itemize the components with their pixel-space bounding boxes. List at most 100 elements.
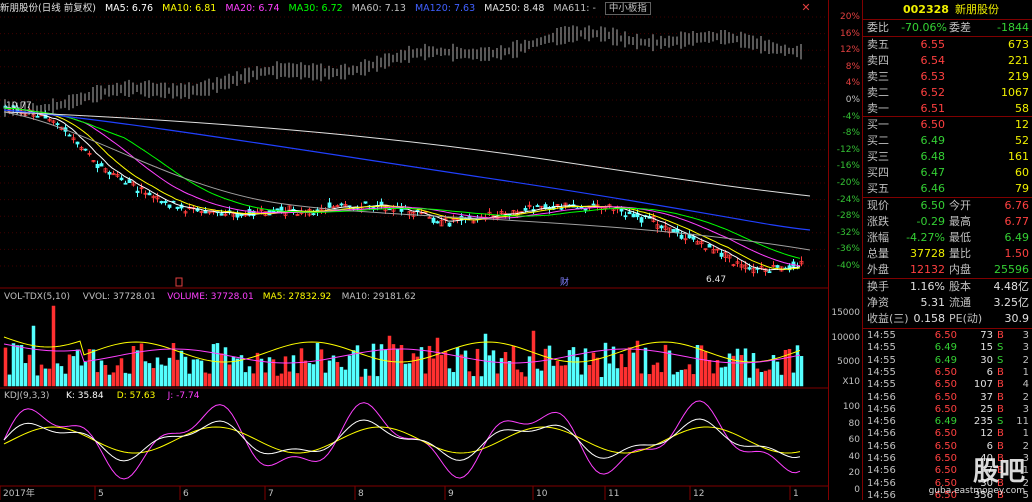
ask-row-volume: 673 [1008, 38, 1029, 51]
candle-body [659, 225, 664, 229]
x-axis-label: 6 [183, 489, 189, 499]
kline-chart-area[interactable]: 新朋股份(日线 前复权) MA5: 6.76 MA10: 6.81 MA20: … [0, 0, 828, 500]
quote-label: 涨幅 [867, 231, 889, 244]
volume-bar [187, 373, 192, 387]
volume-bar [23, 363, 28, 387]
ask-row[interactable]: 卖三 6.53 219 [863, 69, 1032, 85]
volume-bar [655, 362, 660, 387]
bid-row[interactable]: 买三 6.48 161 [863, 149, 1032, 165]
volume-bar [639, 373, 644, 387]
tick-side: B [997, 330, 1004, 341]
pct-scale-label: 16% [839, 28, 860, 39]
low-price-label: 6.47 [706, 275, 726, 285]
volume-bar [147, 363, 152, 387]
candle-body [99, 163, 104, 167]
volume-bar [735, 348, 740, 387]
quote-label: 涨跌 [867, 215, 889, 228]
trade-tick-row: 14:55 6.49 15 S 3 [863, 342, 1032, 354]
event-marker-box [175, 277, 183, 287]
volume-bar [75, 349, 80, 387]
volume-bar [611, 346, 616, 387]
volume-bar [51, 305, 56, 387]
bid-row[interactable]: 买四 6.47 60 [863, 165, 1032, 181]
volume-bar [319, 349, 324, 387]
volume-bar [523, 376, 528, 387]
candle-body [119, 177, 124, 181]
volume-bar [363, 368, 368, 387]
tick-count: 4 [1022, 379, 1029, 391]
volume-bar [127, 373, 132, 387]
volume-bar [327, 360, 332, 387]
tick-count: 1 [1022, 428, 1029, 440]
volume-bar [487, 355, 492, 387]
volume-header-value: VOLUME: 37728.01 [167, 292, 254, 302]
trade-tick-row: 14:56 6.50 37 B 2 [863, 392, 1032, 404]
volume-bar [603, 342, 608, 387]
high-price-label: 10.77 [6, 101, 32, 111]
candle-body [619, 208, 624, 212]
ask-row[interactable]: 卖一 6.51 58 [863, 101, 1032, 117]
candle-body [327, 202, 332, 208]
candle-body [679, 234, 684, 239]
volume-bar [435, 337, 440, 387]
tick-side: B [997, 391, 1004, 403]
candle-body [691, 236, 696, 240]
volume-bar [423, 373, 428, 387]
ask-row-price: 6.51 [920, 102, 946, 115]
volume-bar [403, 363, 408, 387]
volume-bar [323, 372, 328, 387]
quote-row: 总量 37728 量比 1.50 [863, 246, 1032, 262]
volume-bar [379, 344, 384, 387]
volume-scale-label: 10000 [831, 333, 860, 343]
volume-bar [463, 350, 468, 387]
bid-row[interactable]: 买一 6.50 12 [863, 117, 1032, 133]
volume-bar [383, 349, 388, 387]
volume-bar [551, 365, 556, 387]
volume-bar [619, 354, 624, 387]
volume-header-value: VVOL: 37728.01 [83, 292, 156, 302]
tick-count: 3 [1022, 342, 1029, 354]
pct-scale-label: 4% [845, 78, 860, 89]
ask-row[interactable]: 卖五 6.55 673 [863, 37, 1032, 53]
volume-bar [351, 350, 356, 387]
tick-time: 14:55 [867, 354, 896, 366]
volume-header-value: VOL-TDX(5,10) [4, 292, 70, 302]
bid-row[interactable]: 买二 6.49 52 [863, 133, 1032, 149]
volume-bar [535, 368, 540, 387]
pct-scale-label: 20% [839, 12, 860, 22]
bid-row-label: 买三 [867, 150, 889, 163]
volume-bar [607, 363, 612, 387]
quote-row: 涨跌 -0.29 最高 6.77 [863, 214, 1032, 230]
volume-bar [651, 364, 656, 387]
volume-bar [775, 361, 780, 387]
ask-row[interactable]: 卖四 6.54 221 [863, 53, 1032, 69]
volume-bar [139, 343, 144, 387]
volume-bar [311, 364, 316, 387]
candle-body [339, 203, 344, 206]
tick-count: 3 [1022, 330, 1029, 341]
volume-bar [115, 365, 120, 387]
volume-bar [751, 353, 756, 387]
volume-bar [559, 365, 564, 387]
volume-bar [439, 354, 444, 387]
volume-bar [779, 374, 784, 387]
volume-bar [475, 348, 480, 387]
ask-row-price: 6.54 [920, 54, 946, 67]
bid-row-volume: 60 [1015, 166, 1029, 179]
stat-value: 30.9 [1004, 312, 1030, 325]
volume-bar [15, 345, 20, 387]
trade-tick-row: 14:56 6.50 6 B 2 [863, 441, 1032, 453]
candle-body [175, 206, 180, 209]
pct-scale-label: -16% [836, 161, 860, 172]
ask-row-label: 卖五 [867, 38, 889, 51]
candle-body [67, 134, 72, 137]
volume-scale-label: X10 [842, 377, 860, 387]
ask-row[interactable]: 卖二 6.52 1067 [863, 85, 1032, 101]
volume-bar [719, 367, 724, 387]
bid-row-label: 买二 [867, 134, 889, 147]
candle-body [775, 265, 780, 268]
ask-row-label: 卖四 [867, 54, 889, 67]
volume-bar [347, 355, 352, 387]
volume-bar [339, 366, 344, 387]
bid-row[interactable]: 买五 6.46 79 [863, 181, 1032, 197]
